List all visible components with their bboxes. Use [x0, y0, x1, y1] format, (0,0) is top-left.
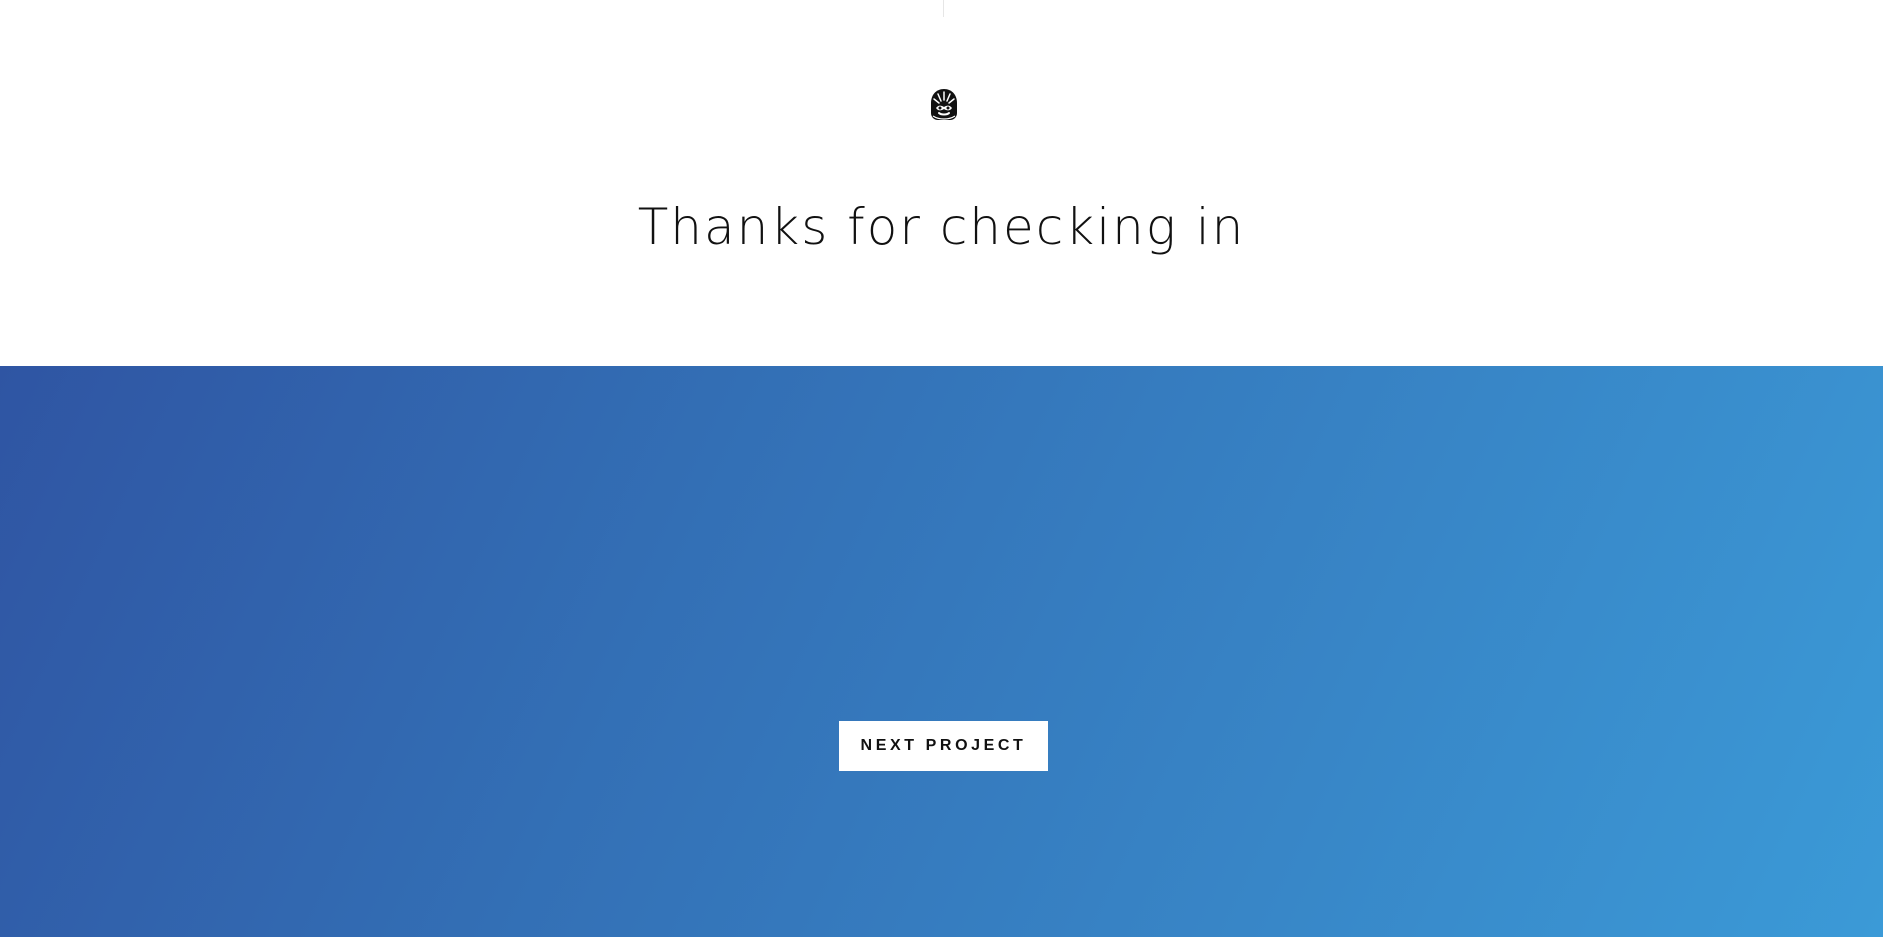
divider-line: [943, 0, 944, 17]
next-project-section: [0, 366, 1883, 937]
thanks-section: Thanks for checking in: [0, 0, 1883, 366]
page: Thanks for checking in NEXT PROJECT: [0, 0, 1883, 937]
next-project-button[interactable]: NEXT PROJECT: [839, 721, 1048, 771]
page-title: Thanks for checking in: [637, 197, 1246, 256]
helmet-logo-icon: [928, 88, 960, 122]
